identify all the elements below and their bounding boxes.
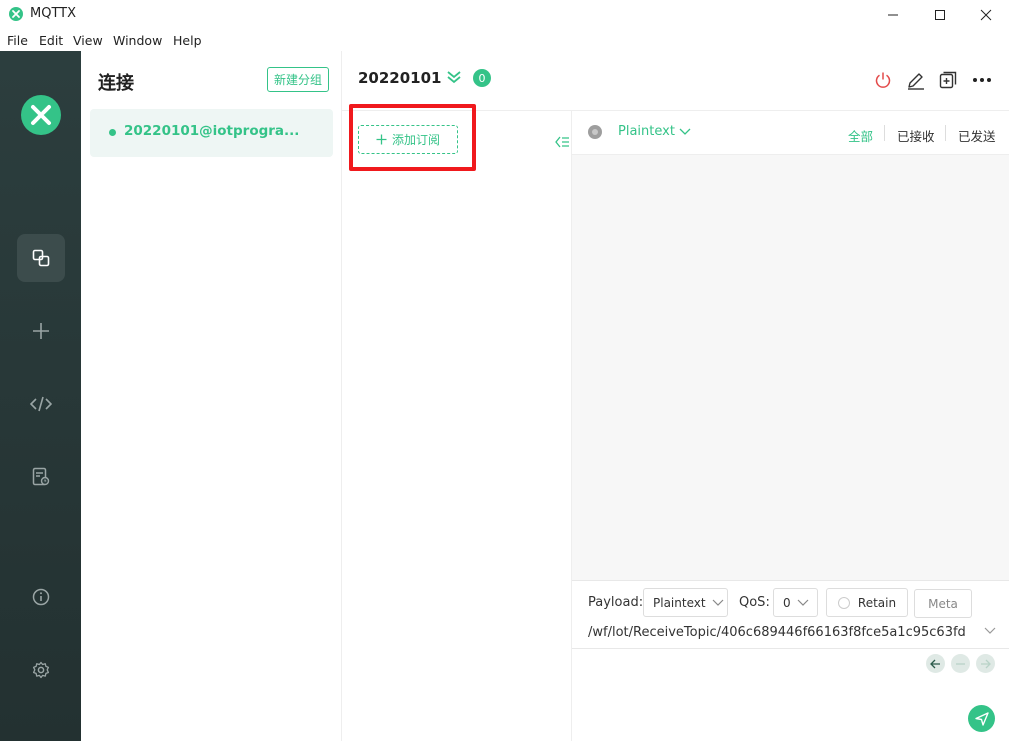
publish-area: Payload: Plaintext QoS: 0 Retain Meta /w… xyxy=(572,580,1009,741)
menu-edit[interactable]: Edit xyxy=(39,33,63,48)
chevron-down-icon xyxy=(679,128,691,135)
send-icon xyxy=(974,711,989,726)
menu-help[interactable]: Help xyxy=(173,33,202,48)
qos-value: 0 xyxy=(783,595,791,610)
arrow-right-icon xyxy=(981,659,991,668)
filter-divider xyxy=(884,125,885,141)
message-list xyxy=(572,155,1009,580)
filter-received[interactable]: 已接收 xyxy=(897,126,935,145)
minus-icon xyxy=(956,662,965,665)
nav-about[interactable] xyxy=(17,573,65,621)
chevrons-down-icon[interactable] xyxy=(446,69,462,85)
log-icon xyxy=(32,467,50,486)
menu-bar: File Edit View Window Help xyxy=(0,30,1009,51)
connection-item[interactable]: 20220101@iotprogra... xyxy=(90,109,333,157)
payload-label: Payload: xyxy=(588,595,644,610)
history-clear-button[interactable] xyxy=(951,654,970,673)
filter-all[interactable]: 全部 xyxy=(848,126,873,145)
minimize-icon xyxy=(888,14,898,16)
collapse-icon[interactable] xyxy=(555,135,569,149)
nav-connections[interactable] xyxy=(17,234,65,282)
nav-new-connection[interactable] xyxy=(17,307,65,355)
history-back-button[interactable] xyxy=(926,654,945,673)
connections-panel: 连接 新建分组 20220101@iotprogra... xyxy=(81,51,342,741)
mqttx-logo-icon xyxy=(21,95,61,135)
plus-icon xyxy=(376,134,387,145)
retain-toggle[interactable]: Retain xyxy=(826,588,908,617)
connections-title: 连接 xyxy=(98,73,134,94)
connections-icon xyxy=(32,249,50,267)
nav-settings[interactable] xyxy=(17,646,65,694)
chevron-down-icon xyxy=(712,599,723,606)
message-status-icon xyxy=(588,125,602,139)
nav-log[interactable] xyxy=(17,453,65,501)
qos-label: QoS: xyxy=(739,595,770,610)
chevron-down-icon[interactable] xyxy=(984,627,996,635)
connection-header: 20220101 0 xyxy=(342,51,1009,111)
menu-view[interactable]: View xyxy=(73,33,103,48)
filter-sent[interactable]: 已发送 xyxy=(958,126,996,145)
gear-icon xyxy=(32,661,50,679)
plus-icon xyxy=(33,323,49,339)
close-button[interactable] xyxy=(963,0,1009,30)
message-format-value: Plaintext xyxy=(618,124,675,139)
more-icon xyxy=(973,78,991,82)
payload-format-value: Plaintext xyxy=(653,595,706,610)
messages-toolbar: Plaintext 全部 已接收 已发送 xyxy=(572,111,1009,155)
pencil-icon xyxy=(908,73,924,90)
title-bar: MQTTX xyxy=(0,0,1009,30)
connection-item-label: 20220101@iotprogra... xyxy=(124,123,300,139)
edit-connection-button[interactable] xyxy=(905,69,927,91)
arrow-left-icon xyxy=(930,659,940,668)
disconnect-button[interactable] xyxy=(872,69,894,91)
qos-select[interactable]: 0 xyxy=(773,588,818,617)
filter-divider xyxy=(945,125,946,141)
menu-file[interactable]: File xyxy=(7,33,28,48)
power-icon xyxy=(875,72,891,88)
maximize-button[interactable] xyxy=(917,0,963,30)
subscriptions-column: 添加订阅 xyxy=(342,104,572,741)
info-icon xyxy=(32,588,50,606)
message-format-select[interactable]: Plaintext xyxy=(618,124,691,139)
app-logo-icon xyxy=(9,7,23,21)
connected-status-dot xyxy=(109,129,116,136)
new-group-button[interactable]: 新建分组 xyxy=(267,67,329,92)
publish-divider xyxy=(572,648,1009,649)
payload-format-select[interactable]: Plaintext xyxy=(643,588,728,617)
add-subscription-label: 添加订阅 xyxy=(391,133,440,147)
topic-input[interactable]: /wf/lot/ReceiveTopic/406c689446f66163f8f… xyxy=(588,625,966,640)
add-window-icon xyxy=(939,71,957,89)
new-window-button[interactable] xyxy=(937,69,959,91)
more-options-button[interactable] xyxy=(971,69,993,91)
retain-label: Retain xyxy=(857,595,897,610)
meta-button[interactable]: Meta xyxy=(914,589,972,618)
code-icon xyxy=(30,396,52,412)
left-nav xyxy=(0,51,81,741)
maximize-icon xyxy=(935,10,945,20)
minimize-button[interactable] xyxy=(870,0,916,30)
nav-script[interactable] xyxy=(17,380,65,428)
window-title: MQTTX xyxy=(30,6,77,21)
close-icon xyxy=(980,9,992,21)
history-forward-button[interactable] xyxy=(976,654,995,673)
subscription-count-badge: 0 xyxy=(473,69,491,87)
retain-radio xyxy=(837,596,850,609)
menu-window[interactable]: Window xyxy=(113,33,162,48)
add-subscription-button[interactable]: 添加订阅 xyxy=(358,125,458,154)
send-button[interactable] xyxy=(968,705,995,732)
connection-name: 20220101 xyxy=(358,69,442,87)
chevron-down-icon xyxy=(797,599,809,606)
